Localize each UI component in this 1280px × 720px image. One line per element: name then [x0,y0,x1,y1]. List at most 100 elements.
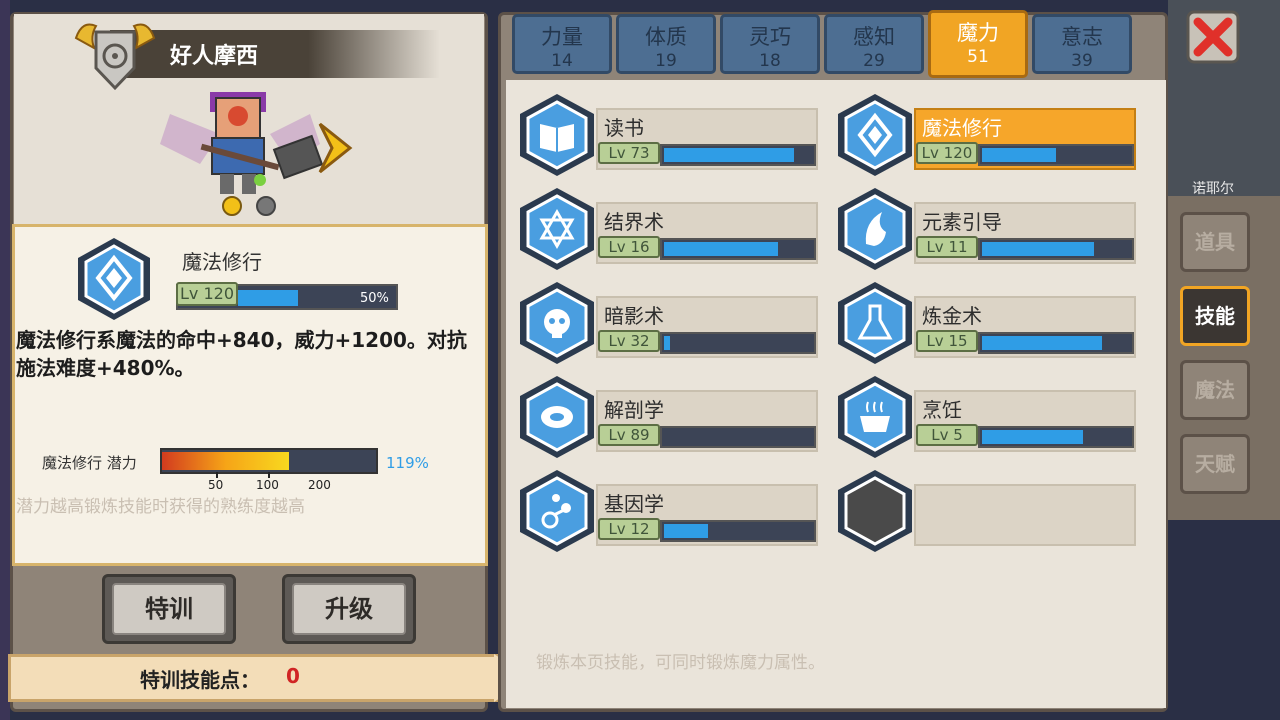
tab-value: 14 [551,51,573,71]
skill-progress-fill [664,524,708,538]
skill-level: Lv 5 [916,424,978,446]
skill-level: Lv 120 [916,142,978,164]
skill-level: Lv 16 [598,236,660,258]
training-points-label: 特训技能点： [140,668,260,692]
name-banner [110,30,440,78]
skill-level: Lv 73 [598,142,660,164]
tab-value: 29 [863,51,885,71]
skill-item[interactable]: 元素引导 Lv 11 [836,186,1136,270]
tab-label: 体质 [645,25,687,49]
tab-label: 灵巧 [749,25,791,49]
footer-hint: 锻炼本页技能，可同时锻炼魔力属性。 [536,653,825,673]
skill-name: 元素引导 [922,210,1002,234]
tab-label: 感知 [853,25,895,49]
tab-attribute[interactable]: 魔力 51 [928,10,1028,78]
hexagram-icon [520,188,594,270]
selected-skill-level: Lv 120 [176,282,238,306]
skill-progress-bar [660,332,816,354]
skill-level: Lv 89 [598,424,660,446]
skill-name: 魔法修行 [922,116,1002,140]
meat-icon [520,376,594,458]
background-bottom-right [1168,520,1280,720]
potential-label: 魔法修行 潜力 [42,454,137,472]
skill-progress-bar [660,426,816,448]
map-location-label: 诺耶尔 [1192,181,1234,197]
tab-attribute[interactable]: 感知 29 [824,14,924,74]
skill-item[interactable]: 炼金术 Lv 15 [836,280,1136,364]
skill-item[interactable]: 烹饪 Lv 5 [836,374,1136,458]
background-left [0,0,10,720]
close-icon[interactable] [1186,10,1240,64]
empty-skill-slot [836,468,1136,552]
side-menu-item[interactable]: 道具 [1180,212,1250,272]
upgrade-button-label: 升级 [292,583,406,635]
magic-rune-icon [78,238,150,320]
tab-value: 18 [759,51,781,71]
skill-progress-fill [982,430,1083,444]
potential-tick-label: 50 [208,478,224,492]
tab-attribute[interactable]: 意志 39 [1032,14,1132,74]
pot-icon [838,376,912,458]
skill-name: 读书 [604,116,644,140]
book-icon [520,94,594,176]
skill-name: 暗影术 [604,304,664,328]
tab-attribute[interactable]: 体质 19 [616,14,716,74]
skill-progress-fill [664,242,778,256]
potential-tick-label: 100 [256,478,279,492]
skill-name: 炼金术 [922,304,982,328]
skill-name: 解剖学 [604,398,664,422]
selected-skill-progress-label: 50% [360,291,389,306]
skill-progress-fill [664,148,794,162]
tab-label: 意志 [1061,25,1103,49]
tab-label: 力量 [541,25,583,49]
potential-hint: 潜力越高锻炼技能时获得的熟练度越高 [16,497,305,517]
skill-progress-fill [982,336,1102,350]
selected-skill-description: 魔法修行系魔法的命中+840，威力+1200。对抗施法难度+480%。 [16,328,467,380]
tab-attribute[interactable]: 灵巧 18 [720,14,820,74]
skill-level: Lv 11 [916,236,978,258]
skill-progress-fill [982,148,1056,162]
skill-item[interactable]: 结界术 Lv 16 [518,186,818,270]
skill-level: Lv 32 [598,330,660,352]
selected-skill-progress-fill [238,290,298,306]
tab-label: 魔力 [957,21,999,45]
training-points-value: 0 [286,664,300,688]
skill-item[interactable]: 读书 Lv 73 [518,92,818,176]
rank-emblem-icon [74,23,156,91]
page-dot[interactable] [256,196,276,216]
tab-value: 19 [655,51,677,71]
page-dot-active[interactable] [222,196,242,216]
upgrade-button[interactable]: 升级 [282,574,416,644]
skill-item[interactable]: 暗影术 Lv 32 [518,280,818,364]
tab-value: 39 [1071,51,1093,71]
side-menu-item[interactable]: 技能 [1180,286,1250,346]
selected-skill-title: 魔法修行 [182,250,262,274]
side-menu-item[interactable]: 天赋 [1180,434,1250,494]
locked-slot-icon [838,470,912,552]
skill-level: Lv 12 [598,518,660,540]
skill-name: 结界术 [604,210,664,234]
skill-card [914,484,1136,546]
tab-value: 51 [967,47,989,67]
potential-fill [162,452,289,470]
element-icon [838,188,912,270]
skill-item[interactable]: 基因学 Lv 12 [518,468,818,552]
skill-item[interactable]: 魔法修行 Lv 120 [836,92,1136,176]
skill-progress-fill [664,336,670,350]
train-button[interactable]: 特训 [102,574,236,644]
skill-name: 烹饪 [922,398,962,422]
gene-icon [520,470,594,552]
magic-rune-icon [838,94,912,176]
potential-percent: 119% [386,454,429,472]
flask-icon [838,282,912,364]
train-button-label: 特训 [112,583,226,635]
skill-progress-fill [982,242,1094,256]
skill-name: 基因学 [604,492,664,516]
skull-icon [520,282,594,364]
side-menu-item[interactable]: 魔法 [1180,360,1250,420]
skill-level: Lv 15 [916,330,978,352]
skill-item[interactable]: 解剖学 Lv 89 [518,374,818,458]
tab-attribute[interactable]: 力量 14 [512,14,612,74]
character-name: 好人摩西 [170,44,259,69]
potential-tick-label: 200 [308,478,331,492]
